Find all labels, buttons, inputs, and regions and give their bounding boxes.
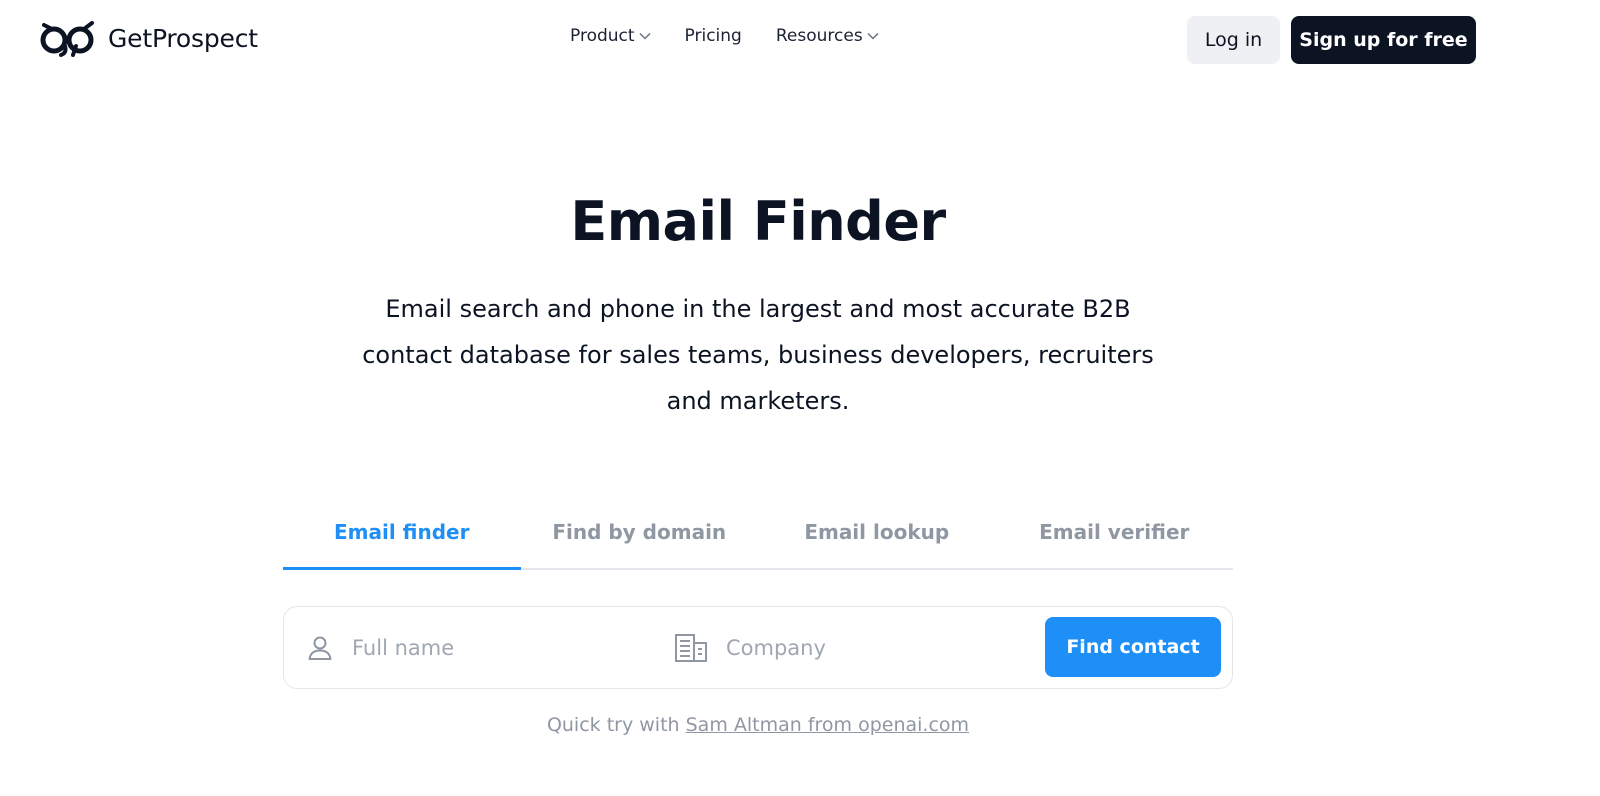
owl-logo-icon (40, 21, 94, 57)
nav-item-resources[interactable]: Resources (776, 26, 879, 46)
logo-text: GetProspect (108, 23, 258, 53)
search-form: Find contact (283, 606, 1233, 689)
tab-find-by-domain[interactable]: Find by domain (521, 508, 759, 568)
page-title: Email Finder (570, 190, 946, 253)
main-nav: Product Pricing Resources (570, 26, 879, 46)
chevron-down-icon (867, 32, 879, 40)
quick-try: Quick try with Sam Altman from openai.co… (0, 714, 1516, 736)
page-subtitle: Email search and phone in the largest an… (362, 295, 1154, 415)
quick-try-link[interactable]: Sam Altman from openai.com (686, 714, 969, 736)
tab-email-verifier[interactable]: Email verifier (996, 508, 1234, 568)
company-field (674, 607, 1014, 688)
user-icon (308, 636, 332, 660)
nav-item-product[interactable]: Product (570, 26, 651, 46)
tab-email-lookup[interactable]: Email lookup (758, 508, 996, 568)
site-header: GetProspect Product Pricing Resources Lo… (0, 0, 1600, 80)
nav-item-label: Pricing (684, 26, 742, 46)
tab-email-finder[interactable]: Email finder (283, 508, 521, 570)
building-icon (675, 633, 707, 662)
full-name-input[interactable] (350, 634, 610, 661)
full-name-field (306, 607, 646, 688)
nav-item-label: Resources (775, 26, 863, 46)
tool-tabs: Email finder Find by domain Email lookup… (283, 508, 1233, 570)
login-button[interactable]: Log in (1187, 16, 1280, 64)
nav-item-label: Product (570, 26, 635, 46)
company-input[interactable] (724, 634, 984, 661)
logo[interactable]: GetProspect (40, 18, 258, 58)
chevron-down-icon (639, 32, 651, 40)
find-contact-button[interactable]: Find contact (1045, 617, 1221, 677)
signup-button[interactable]: Sign up for free (1291, 16, 1476, 64)
nav-item-pricing[interactable]: Pricing (685, 26, 742, 46)
quick-try-prefix: Quick try with (546, 714, 680, 736)
